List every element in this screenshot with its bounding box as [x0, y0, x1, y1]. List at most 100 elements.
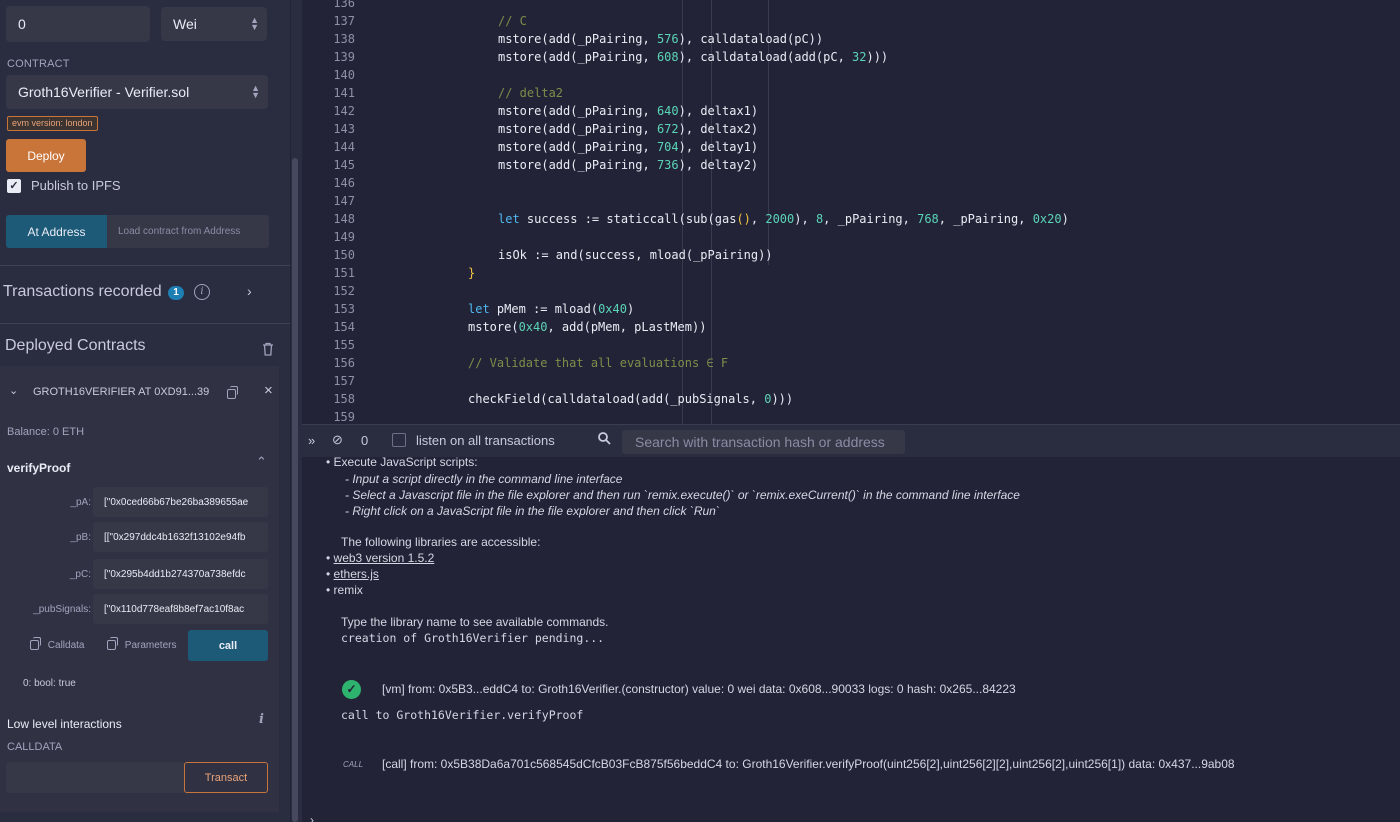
copy-address-icon[interactable]: [227, 385, 238, 403]
terminal-line: creation of Groth16Verifier pending...: [341, 631, 605, 645]
chevron-right-icon[interactable]: ›: [247, 283, 252, 299]
code-line: 147: [302, 192, 1400, 210]
line-number: 136: [333, 0, 355, 10]
code-line: 149: [302, 228, 1400, 246]
line-number: 152: [333, 284, 355, 298]
balance-label: Balance: 0 ETH: [7, 426, 85, 438]
chevron-down-icon[interactable]: ⌄: [9, 384, 18, 397]
param-label-pc: _pC:: [69, 569, 91, 580]
terminal-line: - Right click on a JavaScript file in th…: [345, 504, 720, 518]
check-circle-icon: ✓: [342, 680, 361, 699]
evm-version-badge: evm version: london: [7, 116, 98, 131]
terminal-line: • web3 version 1.5.2: [326, 551, 435, 565]
line-number: 154: [333, 320, 355, 334]
contract-select-value: Groth16Verifier - Verifier.sol: [18, 84, 190, 100]
line-number: 146: [333, 176, 355, 190]
param-input-pubsignals[interactable]: ["0x110d778eaf8b8ef7ac10f8ac: [93, 594, 268, 624]
param-input-pb[interactable]: [["0x297ddc4b1632f13102e94fb: [93, 522, 268, 552]
publish-ipfs-label: Publish to IPFS: [31, 178, 121, 193]
code-text: // Validate that all evaluations ∈ F: [468, 356, 729, 370]
unit-select-value: Wei: [173, 16, 197, 32]
code-text: isOk := and(success, mload(_pPairing)): [498, 248, 773, 262]
calldata-input[interactable]: [6, 762, 184, 793]
line-number: 151: [333, 266, 355, 280]
pending-transactions-count: 0: [361, 433, 369, 448]
deploy-run-panel: 0 Wei ▲ ▼ CONTRACT Groth16Verifier - Veri…: [0, 0, 302, 822]
contract-select[interactable]: Groth16Verifier - Verifier.sol ▲ ▼: [6, 75, 268, 109]
load-contract-address-input[interactable]: Load contract from Address: [107, 215, 269, 248]
code-line: 142 mstore(add(_pPairing, 640), deltax1): [302, 102, 1400, 120]
code-line: 140: [302, 66, 1400, 84]
code-text: mstore(add(_pPairing, 640), deltax1): [498, 104, 759, 118]
select-arrows-icon: ▲ ▼: [251, 83, 260, 100]
line-number: 153: [333, 302, 355, 316]
deploy-button[interactable]: Deploy: [6, 139, 86, 172]
code-line: 146: [302, 174, 1400, 192]
param-label-pa: _pA:: [70, 497, 91, 508]
vm-transaction-log[interactable]: [vm] from: 0x5B3...eddC4 to: Groth16Veri…: [382, 682, 1016, 696]
param-input-pc[interactable]: ["0x295b4dd1b274370a738efdc: [93, 559, 268, 589]
code-text: mstore(add(_pPairing, 704), deltay1): [498, 140, 759, 154]
code-line: 159: [302, 408, 1400, 424]
line-number: 158: [333, 392, 355, 406]
calldata-copy-button[interactable]: Calldata: [30, 637, 85, 651]
info-icon[interactable]: i: [194, 284, 210, 300]
divider: [0, 323, 290, 324]
info-icon[interactable]: i: [259, 712, 264, 727]
terminal-line: The following libraries are accessible:: [341, 535, 541, 549]
calldata-copy-label: Calldata: [47, 640, 85, 651]
publish-ipfs-checkbox[interactable]: ✓: [7, 179, 21, 193]
line-number: 145: [333, 158, 355, 172]
chevron-up-icon[interactable]: ⌃: [256, 454, 267, 470]
call-transaction-log[interactable]: [call] from: 0x5B38Da6a701c568545dCfcB03…: [382, 757, 1235, 771]
select-arrows-icon: ▲ ▼: [250, 15, 259, 32]
panel-scrollbar[interactable]: [292, 158, 298, 822]
search-icon: [598, 432, 611, 448]
close-icon[interactable]: ×: [264, 382, 273, 399]
code-line: 154 mstore(0x40, add(pMem, pLastMem)): [302, 318, 1400, 336]
transact-button[interactable]: Transact: [184, 762, 268, 793]
call-button[interactable]: call: [188, 630, 268, 661]
terminal-line: - Input a script directly in the command…: [345, 472, 623, 486]
deployed-contracts-label: Deployed Contracts: [5, 337, 146, 354]
code-line: 152: [302, 282, 1400, 300]
code-text: mstore(0x40, add(pMem, pLastMem)): [468, 320, 707, 334]
line-number: 143: [333, 122, 355, 136]
unit-select[interactable]: Wei ▲ ▼: [161, 7, 267, 41]
listen-all-transactions-checkbox[interactable]: [392, 433, 406, 447]
param-label-pb: _pB:: [70, 532, 91, 543]
terminal-prompt-icon: ›: [310, 813, 314, 822]
line-number: 142: [333, 104, 355, 118]
line-number: 144: [333, 140, 355, 154]
code-line: 145 mstore(add(_pPairing, 736), deltay2): [302, 156, 1400, 174]
trash-icon[interactable]: [262, 342, 274, 359]
at-address-button[interactable]: At Address: [6, 215, 107, 248]
copy-icon: [30, 637, 41, 651]
terminal-line: Type the library name to see available c…: [341, 615, 609, 629]
terminal-line: • ethers.js: [326, 567, 379, 581]
terminal-line: - Select a Javascript file in the file e…: [345, 488, 1020, 502]
instance-title[interactable]: GROTH16VERIFIER AT 0XD91...39: [33, 386, 209, 398]
terminal-line: call to Groth16Verifier.verifyProof: [341, 708, 584, 722]
code-text: mstore(add(_pPairing, 576), calldataload…: [498, 32, 824, 46]
code-text: mstore(add(_pPairing, 608), calldataload…: [498, 50, 889, 64]
parameters-copy-button[interactable]: Parameters: [107, 637, 176, 651]
code-line: 148 let success := staticcall(sub(gas(), …: [302, 210, 1400, 228]
code-editor[interactable]: 136 137 // C 138 mstore(add(_pPairing, 576),…: [302, 0, 1400, 424]
code-text: mstore(add(_pPairing, 672), deltax2): [498, 122, 759, 136]
call-result: 0: bool: true: [23, 678, 76, 689]
transactions-recorded-label: Transactions recorded: [3, 283, 162, 300]
code-line: 139 mstore(add(_pPairing, 608), calldatal…: [302, 48, 1400, 66]
transaction-search-input[interactable]: Search with transaction hash or address: [622, 430, 905, 454]
double-chevron-down-icon[interactable]: »: [308, 433, 315, 448]
value-input[interactable]: 0: [6, 6, 150, 42]
line-number: 149: [333, 230, 355, 244]
code-line: 150 isOk := and(success, mload(_pPairing)…: [302, 246, 1400, 264]
code-line: 151}: [302, 264, 1400, 282]
clear-console-icon[interactable]: ⊘: [332, 432, 343, 448]
low-level-interactions-label: Low level interactions: [7, 717, 122, 731]
ethers-link[interactable]: ethers.js: [334, 567, 379, 581]
param-input-pa[interactable]: ["0x0ced66b67be26ba389655ae: [93, 487, 268, 517]
transactions-count-badge: 1: [168, 286, 184, 300]
web3-link[interactable]: web3 version 1.5.2: [334, 551, 435, 565]
